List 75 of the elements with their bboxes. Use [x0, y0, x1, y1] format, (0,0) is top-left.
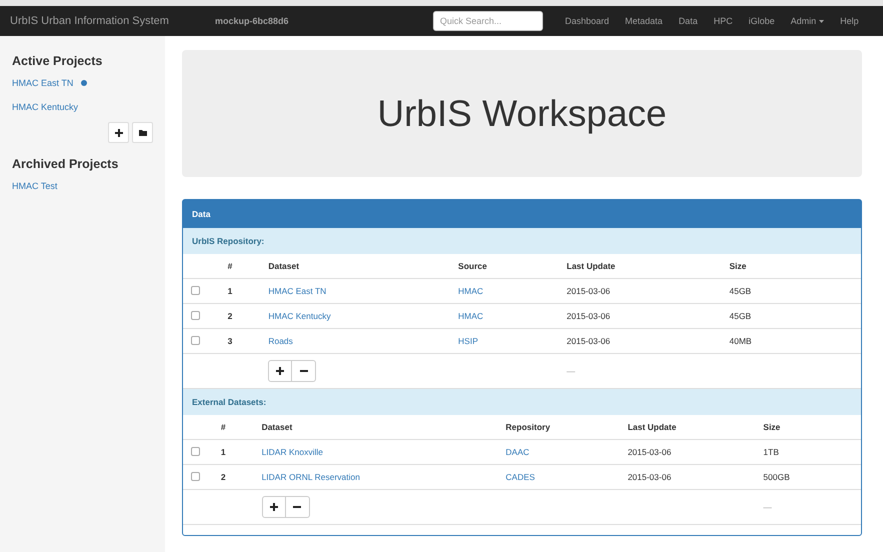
- table-cell: 1: [224, 278, 264, 304]
- plus-icon: [270, 503, 278, 511]
- table-cell: 1: [216, 440, 258, 464]
- column-header: #: [216, 415, 258, 440]
- table-cell: 1TB: [759, 440, 861, 464]
- row-checkbox[interactable]: [191, 472, 200, 480]
- column-header: #: [224, 254, 264, 278]
- minus-icon: [293, 506, 302, 508]
- table-link[interactable]: Roads: [268, 336, 293, 346]
- table-link[interactable]: DAAC: [506, 447, 530, 457]
- nav-link[interactable]: iGlobe: [748, 16, 775, 26]
- table-cell: 2015-03-06: [624, 464, 760, 490]
- page-title: UrbIS Workspace: [377, 92, 667, 134]
- table-cell: 40MB: [725, 328, 861, 354]
- column-header: Last Update: [562, 254, 726, 278]
- table-cell: 2015-03-06: [624, 440, 760, 464]
- add-button[interactable]: [268, 360, 292, 382]
- table-cell: 2: [216, 464, 258, 490]
- plus-icon: [114, 128, 122, 136]
- empty-note: —: [763, 502, 772, 512]
- table-cell: 2: [224, 304, 264, 328]
- folder-icon: [138, 129, 146, 136]
- brand-title[interactable]: UrbIS Urban Information System: [10, 15, 215, 27]
- table-cell: 45GB: [725, 278, 861, 304]
- nav-link[interactable]: Help: [840, 16, 859, 26]
- row-checkbox[interactable]: [191, 310, 200, 320]
- plus-icon: [276, 367, 284, 375]
- table-cell: 45GB: [725, 304, 861, 328]
- caret-icon: [819, 20, 824, 22]
- section-title: Archived Projects: [12, 157, 120, 171]
- remove-button[interactable]: [286, 496, 310, 518]
- add-button[interactable]: [262, 496, 286, 518]
- group-heading: UrbIS Repository:: [183, 228, 861, 254]
- table-cell: 2015-03-06: [562, 278, 726, 304]
- table-link[interactable]: LIDAR Knoxville: [262, 447, 323, 457]
- row-checkbox[interactable]: [191, 286, 200, 294]
- add-button[interactable]: [108, 122, 129, 143]
- column-header: Size: [725, 254, 861, 278]
- empty-note: —: [566, 366, 576, 376]
- panel-title: Data: [183, 200, 861, 228]
- row-checkbox[interactable]: [191, 336, 200, 344]
- column-header: Source: [454, 254, 563, 278]
- project-link[interactable]: HMAC East TN: [12, 78, 74, 88]
- build-label: mockup-6bc88d6: [215, 16, 290, 26]
- search-field[interactable]: Quick Search...: [433, 11, 543, 31]
- minus-icon: [300, 370, 308, 372]
- table-link[interactable]: HMAC East TN: [268, 286, 326, 296]
- group-heading: External Datasets:: [183, 389, 861, 415]
- active-dot: [81, 80, 88, 86]
- nav-link[interactable]: Metadata: [625, 16, 663, 26]
- column-header: Last Update: [624, 415, 760, 440]
- section-title: Active Projects: [12, 54, 104, 68]
- table-link[interactable]: HMAC: [458, 311, 484, 321]
- column-header: Repository: [502, 415, 624, 440]
- table-cell: 2015-03-06: [562, 304, 726, 328]
- table-link[interactable]: CADES: [506, 472, 535, 482]
- table-link[interactable]: LIDAR ORNL Reservation: [262, 472, 360, 482]
- table-link[interactable]: HMAC: [458, 286, 484, 296]
- project-link[interactable]: HMAC Kentucky: [12, 102, 78, 112]
- nav-dropdown[interactable]: Admin: [790, 16, 824, 26]
- column-header: Dataset: [258, 415, 502, 440]
- table-cell: 3: [224, 328, 264, 354]
- table-link[interactable]: HSIP: [458, 336, 478, 346]
- column-header: Dataset: [264, 254, 454, 278]
- nav-link[interactable]: Data: [678, 16, 698, 26]
- table-cell: 2015-03-06: [562, 328, 726, 354]
- folder-button[interactable]: [132, 122, 153, 143]
- column-header: Size: [759, 415, 861, 440]
- table-cell: 500GB: [759, 464, 861, 490]
- project-link[interactable]: HMAC Test: [12, 181, 58, 191]
- nav-link[interactable]: Dashboard: [565, 16, 610, 26]
- remove-button[interactable]: [292, 360, 316, 382]
- table-link[interactable]: HMAC Kentucky: [268, 311, 331, 321]
- nav-link[interactable]: HPC: [714, 16, 733, 26]
- row-checkbox[interactable]: [191, 446, 200, 456]
